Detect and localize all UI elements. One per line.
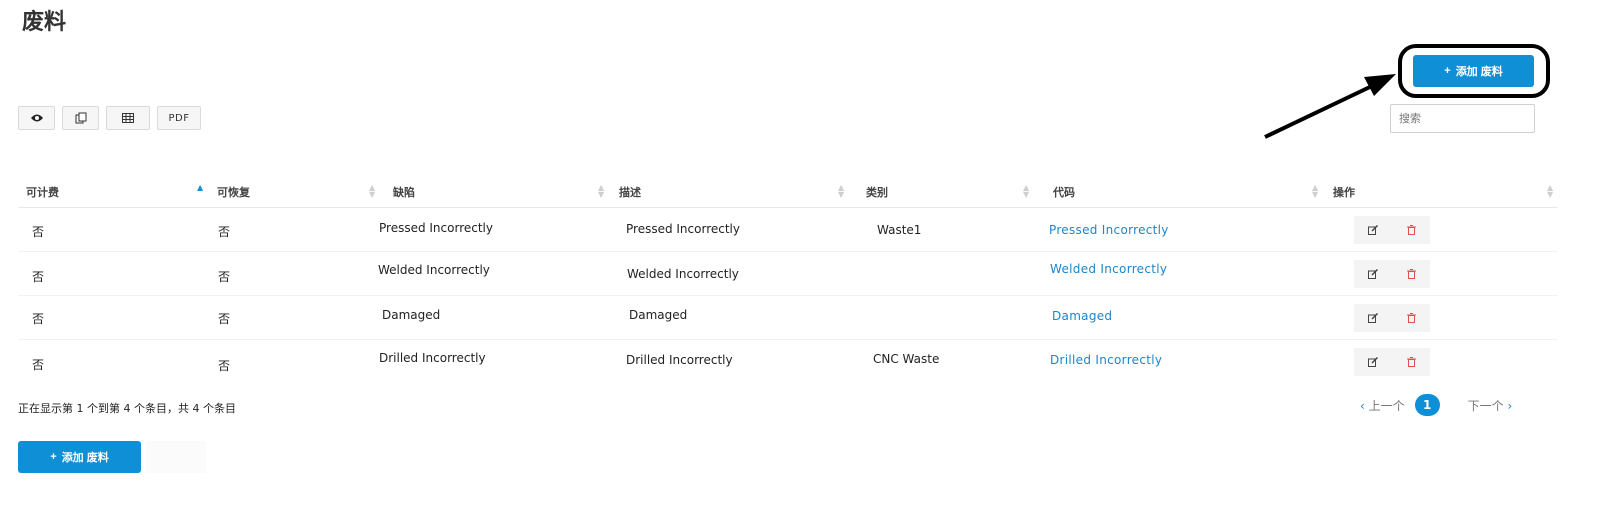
sort-indicator[interactable]: ▲▼ xyxy=(1312,184,1318,199)
code-link[interactable]: Pressed Incorrectly xyxy=(1049,223,1169,237)
trash-icon xyxy=(1406,225,1416,235)
category-cell: CNC Waste xyxy=(873,352,940,366)
delete-button[interactable] xyxy=(1392,260,1430,288)
description-cell: Pressed Incorrectly xyxy=(626,222,740,236)
recoverable-cell: 否 xyxy=(218,359,231,373)
column-visibility-button[interactable] xyxy=(18,106,55,130)
column-header-category[interactable]: 类别 xyxy=(866,175,888,208)
previous-page-label: 上一个 xyxy=(1368,398,1405,413)
chevron-right-icon: › xyxy=(1507,398,1513,413)
code-link[interactable]: Welded Incorrectly xyxy=(1050,262,1167,276)
scrap-table: 可计费 ▲▼ 可恢复 ▲▼ 缺陷 ▲▼ 描述 ▲▼ 类别 ▲▼ 代码 ▲▼ 操作… xyxy=(18,175,1558,384)
eye-icon xyxy=(30,114,43,122)
page-title: 废料 xyxy=(22,10,67,35)
edit-button[interactable] xyxy=(1354,348,1392,376)
trash-icon xyxy=(1406,357,1416,367)
edit-button[interactable] xyxy=(1354,260,1392,288)
placeholder-box xyxy=(146,441,206,473)
defect-cell: Damaged xyxy=(382,308,441,322)
sort-indicator[interactable]: ▲▼ xyxy=(369,184,375,199)
row-actions xyxy=(1354,304,1430,332)
edit-icon xyxy=(1368,357,1378,367)
column-header-billable[interactable]: 可计费 xyxy=(26,175,59,208)
description-cell: Drilled Incorrectly xyxy=(626,353,733,367)
column-header-description[interactable]: 描述 xyxy=(619,175,641,208)
billable-cell: 否 xyxy=(32,270,45,284)
next-page-button[interactable]: 下一个 › xyxy=(1468,397,1513,414)
plus-icon: + xyxy=(1444,65,1451,77)
code-link[interactable]: Drilled Incorrectly xyxy=(1050,353,1162,367)
delete-button[interactable] xyxy=(1392,304,1430,332)
excel-export-button[interactable] xyxy=(106,106,150,130)
trash-icon xyxy=(1406,313,1416,323)
sort-indicator[interactable]: ▲▼ xyxy=(1547,184,1553,199)
add-scrap-label: 添加 废料 xyxy=(1455,66,1503,78)
trash-icon xyxy=(1406,269,1416,279)
recoverable-cell: 否 xyxy=(218,270,231,284)
delete-button[interactable] xyxy=(1392,348,1430,376)
edit-button[interactable] xyxy=(1354,304,1392,332)
next-page-label: 下一个 xyxy=(1467,398,1504,413)
defect-cell: Drilled Incorrectly xyxy=(379,351,486,365)
add-scrap-label: 添加 废料 xyxy=(61,452,109,464)
row-actions xyxy=(1354,260,1430,288)
edit-button[interactable] xyxy=(1354,216,1392,244)
row-actions xyxy=(1354,216,1430,244)
sort-indicator[interactable]: ▲▼ xyxy=(1023,184,1029,199)
sort-indicator[interactable]: ▲▼ xyxy=(197,184,203,198)
billable-cell: 否 xyxy=(32,358,45,372)
table-toolbar: PDF xyxy=(18,106,201,130)
pdf-export-button[interactable]: PDF xyxy=(157,106,201,130)
table-icon xyxy=(122,113,134,123)
edit-icon xyxy=(1368,225,1378,235)
table-row: 否 否 Pressed Incorrectly Pressed Incorrec… xyxy=(18,208,1558,252)
code-link[interactable]: Damaged xyxy=(1052,309,1112,323)
copy-button[interactable] xyxy=(62,106,99,130)
page-number-current[interactable]: 1 xyxy=(1414,394,1440,416)
recoverable-cell: 否 xyxy=(218,225,231,239)
billable-cell: 否 xyxy=(32,225,45,239)
add-scrap-button-bottom[interactable]: + 添加 废料 xyxy=(18,441,141,473)
table-row: 否 否 Damaged Damaged Damaged xyxy=(18,296,1558,340)
defect-cell: Welded Incorrectly xyxy=(378,263,490,277)
edit-icon xyxy=(1368,313,1378,323)
column-header-recoverable[interactable]: 可恢复 xyxy=(217,175,250,208)
sort-indicator[interactable]: ▲▼ xyxy=(838,184,844,199)
plus-icon: + xyxy=(50,451,57,463)
table-row: 否 否 Welded Incorrectly Welded Incorrectl… xyxy=(18,252,1558,296)
table-header: 可计费 ▲▼ 可恢复 ▲▼ 缺陷 ▲▼ 描述 ▲▼ 类别 ▲▼ 代码 ▲▼ 操作… xyxy=(18,175,1558,208)
copy-icon xyxy=(75,112,86,124)
recoverable-cell: 否 xyxy=(218,312,231,326)
previous-page-button[interactable]: ‹ 上一个 xyxy=(1360,397,1405,414)
column-header-code[interactable]: 代码 xyxy=(1053,175,1075,208)
category-cell: Waste1 xyxy=(877,223,922,237)
row-actions xyxy=(1354,348,1430,376)
description-cell: Damaged xyxy=(629,308,688,322)
edit-icon xyxy=(1368,269,1378,279)
billable-cell: 否 xyxy=(32,312,45,326)
table-row: 否 否 Drilled Incorrectly Drilled Incorrec… xyxy=(18,340,1558,384)
chevron-left-icon: ‹ xyxy=(1360,398,1365,413)
pagination: ‹ 上一个 1 下一个 › xyxy=(1360,394,1512,416)
add-button-highlight: + 添加 废料 xyxy=(1398,44,1550,98)
defect-cell: Pressed Incorrectly xyxy=(379,221,493,235)
column-header-actions[interactable]: 操作 xyxy=(1333,175,1355,208)
delete-button[interactable] xyxy=(1392,216,1430,244)
table-info: 正在显示第 1 个到第 4 个条目，共 4 个条目 xyxy=(18,402,236,415)
description-cell: Welded Incorrectly xyxy=(627,267,739,281)
add-scrap-button[interactable]: + 添加 废料 xyxy=(1413,55,1534,87)
sort-indicator[interactable]: ▲▼ xyxy=(598,184,604,199)
column-header-defect[interactable]: 缺陷 xyxy=(393,175,415,208)
search-input[interactable] xyxy=(1390,104,1535,133)
